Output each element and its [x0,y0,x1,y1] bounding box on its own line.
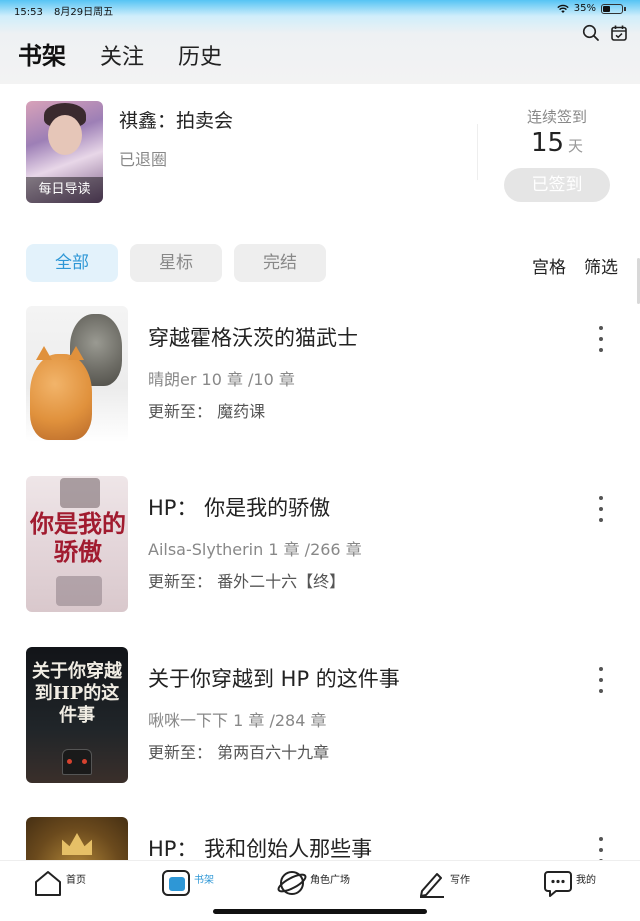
nav-write-label: 写作 [450,874,470,886]
book-item[interactable]: 你是我的骄傲 HP： 你是我的骄傲 Ailsa-Slytherin 1 章 /2… [0,476,640,616]
nav-write[interactable]: 写作 [416,867,470,899]
tab-bookshelf[interactable]: 书架 [18,36,66,71]
header-tabs: 书架 关注 历史 [18,36,222,71]
calendar-check-icon[interactable] [610,24,628,42]
nav-bookshelf[interactable]: 书架 [160,867,214,899]
filter-chip-starred[interactable]: 星标 [130,244,222,282]
cover-cat-ear [36,346,52,360]
book-meta: 啾咪一下下 1 章 /284 章 [148,711,327,730]
tab-history[interactable]: 历史 [178,39,222,71]
book-meta: Ailsa-Slytherin 1 章 /266 章 [148,540,362,559]
book-item[interactable]: 穿越霍格沃茨的猫武士 晴朗er 10 章 /10 章 更新至： 魔药课 [0,306,640,446]
search-icon[interactable] [582,24,600,42]
checkin-button[interactable]: 已签到 [504,168,610,202]
home-icon [35,871,61,896]
home-indicator [213,909,427,914]
book-meta: 晴朗er 10 章 /10 章 [148,370,295,389]
daily-reading-cover[interactable]: 每日导读 [26,101,103,203]
cover-train [62,749,92,775]
daily-reading-card: 每日导读 祺鑫：拍卖会 已退圈 连续签到 15 天 已签到 [0,84,640,224]
book-cover[interactable]: 关于你穿越到HP的这件事 [26,647,128,783]
book-update: 更新至： 第两百六十九章 [148,743,330,762]
book-title[interactable]: 关于你穿越到 HP 的这件事 [148,663,400,693]
nav-me-label: 我的 [576,874,596,886]
grid-view-button[interactable]: 宫格 [532,253,566,278]
cover-title-art: 关于你穿越到HP的这件事 [32,661,122,726]
cover-figure [60,478,100,508]
book-title[interactable]: HP： 你是我的骄傲 [148,492,330,522]
checkin-days: 15 天 [504,128,610,158]
status-right: 35% [557,3,626,14]
wifi-icon [557,4,569,13]
checkin-label: 连续签到 [526,108,587,126]
filter-chip-completed[interactable]: 完结 [234,244,326,282]
nav-me[interactable]: 我的 [542,867,596,899]
filter-chip-all[interactable]: 全部 [26,244,118,282]
more-options-icon[interactable] [592,496,610,522]
daily-reading-title[interactable]: 祺鑫：拍卖会 [119,106,233,133]
book-update: 更新至： 番外二十六【终】 [148,572,346,591]
pen-icon [420,873,444,898]
checkin-days-count: 15 [530,128,565,158]
bookshelf-icon [162,870,190,896]
filter-chips: 全部 星标 完结 [26,244,326,282]
chat-bubble-icon [544,871,572,897]
card-divider [477,124,478,180]
battery-percent: 35% [573,3,596,14]
book-title[interactable]: HP： 我和创始人那些事 [148,833,372,863]
nav-home-label: 首页 [66,874,86,886]
status-bar: 15:53 8月29日周五 35% [0,0,640,18]
checkin-days-unit: 天 [568,137,584,155]
header-icons [582,24,628,42]
cover-crown [62,833,92,855]
nav-character-plaza[interactable]: 角色广场 [276,867,350,899]
daily-reading-label: 每日导读 [26,177,103,203]
filter-button[interactable]: 筛选 [584,253,618,278]
book-item[interactable]: 关于你穿越到HP的这件事 关于你穿越到 HP 的这件事 啾咪一下下 1 章 /2… [0,647,640,787]
cover-figure [56,576,102,606]
view-options: 宫格 筛选 [532,253,618,278]
status-time: 15:53 8月29日周五 [14,3,113,18]
nav-home[interactable]: 首页 [32,867,86,899]
book-cover[interactable]: 你是我的骄傲 [26,476,128,612]
book-title[interactable]: 穿越霍格沃茨的猫武士 [148,322,358,352]
more-options-icon[interactable] [592,667,610,693]
status-date: 8月29日周五 [54,7,114,18]
battery-icon [601,3,623,14]
top-header: 15:53 8月29日周五 35% 书架 关注 历史 [0,0,640,84]
cover-figure-face [48,115,82,155]
tab-follow[interactable]: 关注 [100,39,144,71]
cover-cat-orange [30,354,92,440]
book-update: 更新至： 魔药课 [148,402,266,421]
nav-bookshelf-label: 书架 [194,874,214,886]
status-clock: 15:53 [14,7,43,18]
cover-cat-ear [68,346,84,360]
battery-tip [624,6,626,11]
daily-reading-status: 已退圈 [119,150,168,169]
more-options-icon[interactable] [592,326,610,352]
nav-character-plaza-label: 角色广场 [310,874,350,886]
cover-title-art: 你是我的骄傲 [30,509,126,566]
planet-icon [277,871,307,895]
book-cover[interactable] [26,306,128,442]
